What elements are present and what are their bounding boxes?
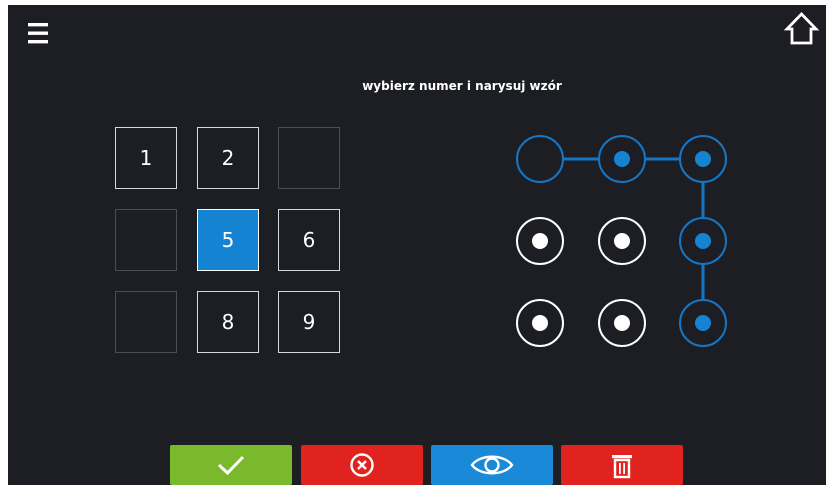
pattern-lock-screen: wybierz numer i narysuj wzór 1 2 5 6 8 9 xyxy=(8,5,826,485)
eye-icon xyxy=(470,455,514,475)
checkmark-icon xyxy=(217,455,245,476)
pattern-dot-6[interactable] xyxy=(679,217,727,265)
pattern-dot-3[interactable] xyxy=(679,135,727,183)
delete-button[interactable] xyxy=(561,445,683,485)
pattern-dot-8[interactable] xyxy=(598,299,646,347)
pattern-dot-1[interactable] xyxy=(516,135,564,183)
confirm-button[interactable] xyxy=(170,445,292,485)
pattern-dot-5[interactable] xyxy=(598,217,646,265)
trash-icon xyxy=(612,455,632,479)
circle-x-icon xyxy=(350,453,374,477)
pattern-dot-7[interactable] xyxy=(516,299,564,347)
pattern-grid[interactable] xyxy=(8,5,826,445)
show-pattern-button[interactable] xyxy=(431,445,553,485)
action-bar xyxy=(8,445,826,485)
cancel-button[interactable] xyxy=(301,445,423,485)
pattern-dot-4[interactable] xyxy=(516,217,564,265)
pattern-dot-2[interactable] xyxy=(598,135,646,183)
pattern-dot-9[interactable] xyxy=(679,299,727,347)
